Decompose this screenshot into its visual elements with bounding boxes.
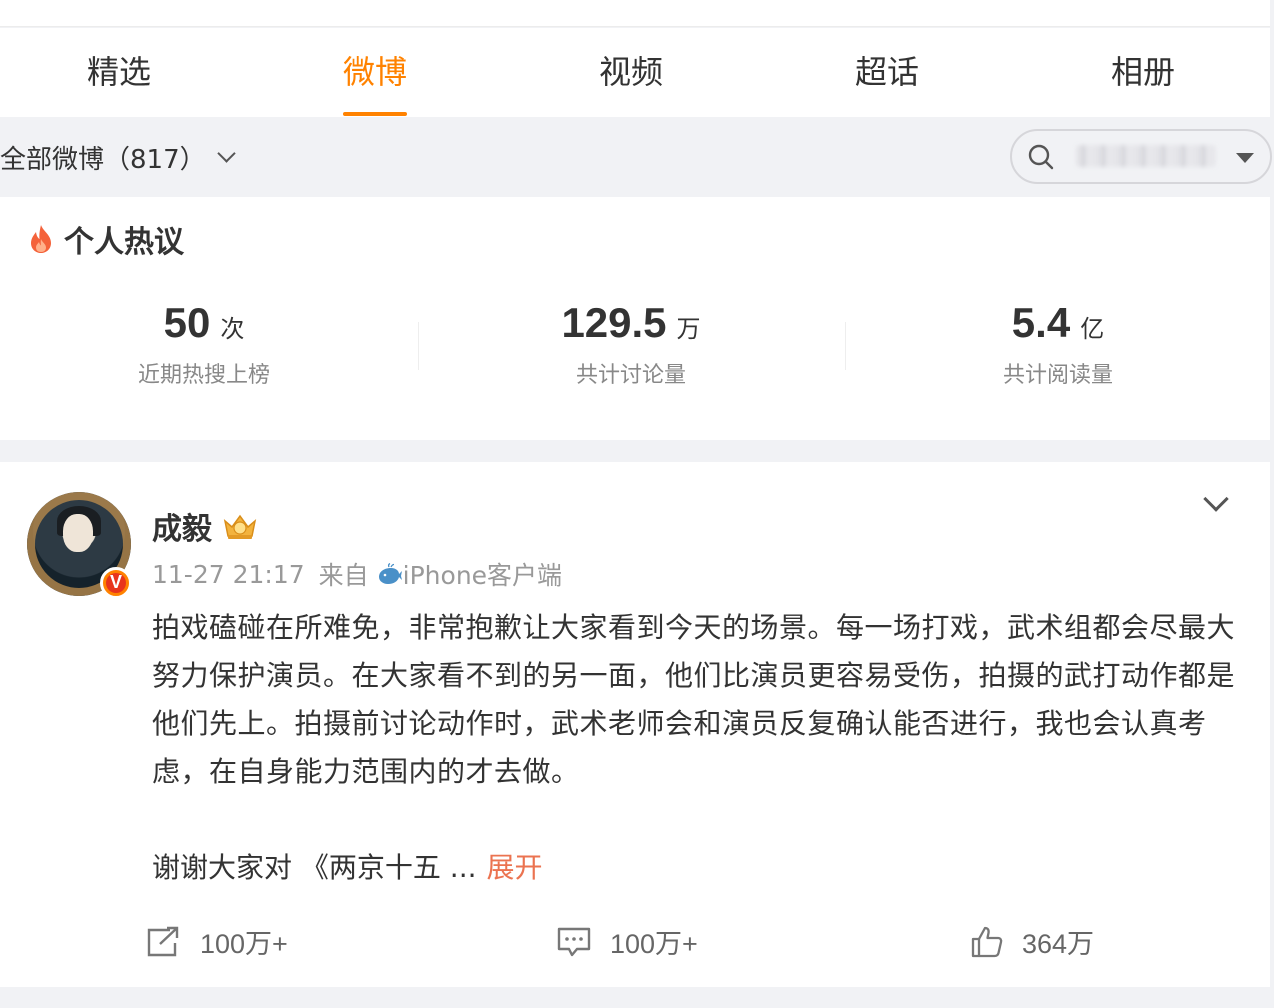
filter-label: 全部微博（817） <box>0 145 206 175</box>
tab-video[interactable]: 视频 <box>551 28 711 117</box>
stat-hot-search: 50 次 近期热搜上榜 <box>44 299 364 389</box>
tab-supertopic[interactable]: 超话 <box>807 28 967 117</box>
post-source[interactable]: iPhone客户端 <box>377 556 562 592</box>
hot-title-text: 个人热议 <box>64 225 184 260</box>
stat-label: 共计阅读量 <box>1002 363 1113 388</box>
stat-value: 5.4 <box>1011 299 1071 346</box>
device-name: iPhone客户端 <box>402 561 563 590</box>
personal-hot-card: 个人热议 50 次 近期热搜上榜 129.5 万 共计讨论量 5.4 亿 共计阅读量 <box>0 197 1270 440</box>
stat-reads: 5.4 亿 共计阅读量 <box>898 299 1218 389</box>
author-name[interactable]: 成毅 <box>152 504 212 548</box>
post-meta: 11-27 21:17 来自 iPhone客户端 <box>152 556 562 592</box>
post-text: 拍戏磕碰在所难免，非常抱歉让大家看到今天的场景。每一场打戏，武术组都会尽最大努力… <box>152 611 1236 788</box>
post-truncated-line: 谢谢大家对 《两京十五 ... 展开 <box>152 844 543 892</box>
tab-label: 微博 <box>342 53 407 91</box>
truncated-text: 谢谢大家对 《两京十五 ... <box>152 851 477 884</box>
like-button[interactable]: 364万 <box>970 922 1094 961</box>
stat-value: 50 <box>163 299 211 346</box>
from-label: 来自 <box>318 561 369 590</box>
share-icon <box>147 926 179 956</box>
chevron-down-icon <box>216 144 236 163</box>
tab-label: 视频 <box>598 53 663 91</box>
stat-label: 近期热搜上榜 <box>137 363 270 388</box>
tab-label: 超话 <box>854 53 919 91</box>
crown-member-icon[interactable] <box>222 511 258 541</box>
top-strip <box>0 0 1270 27</box>
tab-label: 精选 <box>86 53 151 91</box>
divider <box>418 322 419 370</box>
search-icon <box>1028 144 1054 169</box>
stat-unit: 亿 <box>1080 315 1105 343</box>
post-author[interactable]: 成毅 <box>152 504 258 548</box>
comment-count: 100万+ <box>610 929 698 959</box>
stat-discussion: 129.5 万 共计讨论量 <box>471 299 791 389</box>
post-menu-chevron-icon[interactable] <box>1203 486 1229 512</box>
stat-label: 共计讨论量 <box>575 363 686 388</box>
verified-badge: V <box>100 567 132 599</box>
whale-icon <box>378 563 402 584</box>
weibo-post: V 成毅 11-27 21:17 来自 iPhone客户端 拍戏磕碰在所难免，非… <box>0 462 1270 987</box>
post-content: 拍戏磕碰在所难免，非常抱歉让大家看到今天的场景。每一场打戏，武术组都会尽最大努力… <box>152 604 1242 796</box>
verified-badge-text: V <box>109 572 122 592</box>
tab-label: 相册 <box>1110 53 1175 91</box>
thumbs-up-icon <box>971 926 1003 957</box>
profile-tabs: 精选 微博 视频 超话 相册 <box>0 28 1270 117</box>
search-box[interactable] <box>1010 129 1272 184</box>
tab-featured[interactable]: 精选 <box>39 28 199 117</box>
repost-count: 100万+ <box>200 929 288 959</box>
repost-button[interactable]: 100万+ <box>146 922 288 961</box>
divider <box>845 322 846 370</box>
tab-weibo[interactable]: 微博 <box>295 28 455 117</box>
weibo-filter-dropdown[interactable]: 全部微博（817） <box>0 139 236 176</box>
post-time[interactable]: 11-27 21:17 <box>152 560 305 589</box>
hot-card-title: 个人热议 <box>28 217 184 261</box>
blurred-search-text <box>1076 145 1216 167</box>
comment-icon <box>557 927 591 956</box>
comment-button[interactable]: 100万+ <box>556 922 698 961</box>
fire-icon <box>31 225 51 253</box>
stat-value: 129.5 <box>561 299 667 346</box>
post-actions: 100万+ 100万+ 364万 <box>0 922 1270 972</box>
tab-album[interactable]: 相册 <box>1063 28 1223 117</box>
like-count: 364万 <box>1022 929 1095 959</box>
expand-link[interactable]: 展开 <box>487 851 543 884</box>
dropdown-caret-icon[interactable] <box>1236 153 1254 163</box>
stat-unit: 次 <box>220 315 245 343</box>
filter-bar: 全部微博（817） <box>0 117 1274 197</box>
active-tab-indicator <box>343 112 407 116</box>
stat-unit: 万 <box>676 315 701 343</box>
